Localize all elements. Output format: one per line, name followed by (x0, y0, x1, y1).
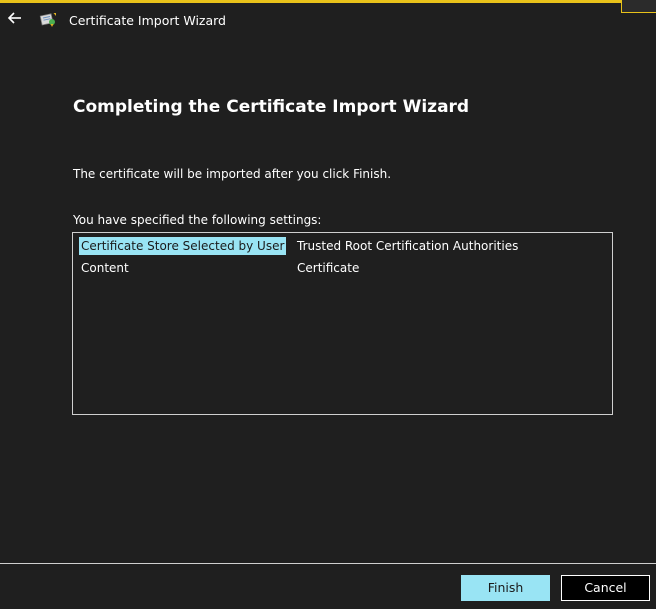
setting-value: Certificate (297, 261, 360, 275)
setting-value: Trusted Root Certification Authorities (297, 239, 519, 253)
back-arrow-icon (7, 12, 21, 24)
footer-divider (0, 563, 656, 564)
page-heading: Completing the Certificate Import Wizard (73, 97, 470, 117)
setting-name: Certificate Store Selected by User (79, 237, 287, 255)
settings-list[interactable]: Certificate Store Selected by User Trust… (72, 232, 613, 415)
setting-name: Content (81, 261, 129, 275)
window-title: Certificate Import Wizard (69, 13, 226, 28)
title-bar: Certificate Import Wizard (0, 3, 656, 37)
info-text: The certificate will be imported after y… (73, 167, 392, 181)
certificate-icon (39, 11, 57, 27)
settings-label: You have specified the following setting… (73, 213, 322, 227)
back-button[interactable] (6, 9, 24, 27)
cancel-button[interactable]: Cancel (561, 575, 650, 601)
finish-button[interactable]: Finish (461, 575, 550, 601)
